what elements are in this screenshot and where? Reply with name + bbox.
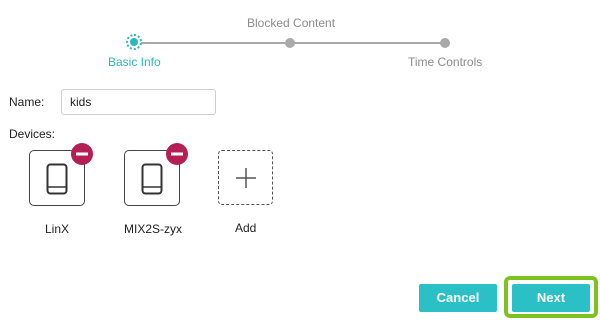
step-connector	[294, 42, 441, 44]
step-basic-info-label: Basic Info	[108, 55, 161, 69]
minus-icon	[76, 152, 88, 156]
next-button[interactable]: Next	[512, 284, 590, 312]
step-blocked-content-indicator	[285, 38, 295, 48]
phone-icon	[141, 163, 163, 195]
remove-device-button[interactable]	[166, 143, 188, 165]
step-time-controls-label: Time Controls	[408, 55, 483, 69]
add-device-button[interactable]	[218, 150, 273, 205]
device-card[interactable]	[124, 143, 188, 206]
name-label: Name:	[9, 95, 45, 109]
name-input[interactable]	[61, 89, 216, 115]
step-blocked-content-label: Blocked Content	[247, 16, 336, 30]
parental-controls-page: Basic Info Blocked Content Time Controls…	[0, 0, 600, 321]
device-name: LinX	[45, 222, 70, 236]
remove-device-button[interactable]	[71, 143, 93, 165]
step-basic-info-indicator	[126, 34, 142, 50]
cancel-button[interactable]: Cancel	[419, 284, 497, 312]
minus-icon	[171, 152, 183, 156]
step-progress: Basic Info Blocked Content Time Controls	[0, 0, 600, 80]
step-connector	[141, 42, 285, 44]
devices-label: Devices:	[9, 127, 56, 141]
add-device-label: Add	[235, 221, 257, 235]
phone-icon	[46, 163, 68, 195]
device-name: MIX2S-zyx	[124, 222, 183, 236]
device-card[interactable]	[29, 143, 93, 206]
step-time-controls-indicator	[440, 38, 450, 48]
plus-icon	[236, 168, 256, 188]
